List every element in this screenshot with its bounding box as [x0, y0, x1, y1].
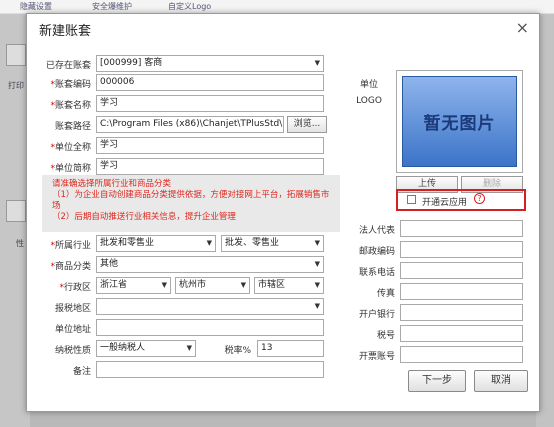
company-full-name-label: *单位全称 — [50, 143, 91, 153]
district-select[interactable]: 市辖区 — [254, 277, 324, 294]
cloud-app-label: 开通云应用 — [422, 198, 468, 208]
account-name-input[interactable]: 学习 — [96, 95, 324, 112]
account-code-input[interactable]: 000006 — [96, 74, 324, 91]
address-input[interactable] — [96, 319, 324, 336]
company-short-name-input[interactable]: 学习 — [96, 158, 324, 175]
tab-custom-logo[interactable]: 自定义Logo — [168, 1, 211, 12]
tab-hidden-settings[interactable]: 隐藏设置 — [20, 1, 52, 12]
tax-rate-input[interactable]: 13 — [257, 340, 324, 357]
taxpayer-type-select[interactable]: 一般纳税人 — [96, 340, 196, 357]
fax-input[interactable] — [400, 283, 523, 300]
company-short-name-label: *单位简称 — [50, 164, 91, 174]
tab-security-maintenance[interactable]: 安全爆维护 — [92, 1, 132, 12]
browse-button[interactable]: 浏览... — [287, 116, 327, 133]
logo-label: 单位 — [359, 80, 378, 90]
close-icon[interactable]: × — [516, 18, 529, 37]
new-account-dialog: 新建账套 × 已存在账套 [000999] 客商 *账套编码 000006 *账… — [26, 13, 540, 412]
remark-label: 备注 — [72, 367, 91, 377]
address-label: 单位地址 — [54, 325, 91, 335]
bank-account-input[interactable] — [400, 346, 523, 363]
account-name-label: *账套名称 — [50, 101, 91, 111]
industry-notice: 请准确选择所属行业和商品分类 （1）为企业自动创建商品分类提供依据，方便对接网上… — [42, 175, 340, 232]
remark-input[interactable] — [96, 361, 324, 378]
tax-region-select[interactable] — [96, 298, 324, 315]
bank-label: 开户银行 — [358, 310, 395, 320]
bank-account-label: 开票账号 — [358, 352, 395, 362]
background-toolbar: 隐藏设置 安全爆维护 自定义Logo — [0, 0, 554, 14]
print-label: 打印 — [8, 81, 24, 90]
taxpayer-type-label: 纳税性质 — [54, 346, 91, 356]
help-icon[interactable]: ? — [474, 193, 485, 204]
province-select[interactable]: 浙江省 — [96, 277, 171, 294]
dialog-title: 新建账套 — [39, 24, 92, 39]
industry-subcategory-select[interactable]: 批发、零售业 — [221, 235, 324, 252]
notice-line: （1）为企业自动创建商品分类提供依据，方便对接网上平台，拓展销售市场 — [52, 190, 330, 211]
cloud-app-checkbox[interactable] — [407, 195, 416, 204]
industry-label: *所属行业 — [50, 241, 91, 251]
phone-input[interactable] — [400, 262, 523, 279]
tax-number-label: 税号 — [376, 331, 395, 341]
tax-number-input[interactable] — [400, 325, 523, 342]
property-label: 性 — [16, 239, 24, 248]
existing-account-label: 已存在账套 — [45, 61, 91, 71]
property-icon — [6, 200, 26, 222]
postcode-input[interactable] — [400, 241, 523, 258]
company-full-name-input[interactable]: 学习 — [96, 137, 324, 154]
legal-rep-input[interactable] — [400, 220, 523, 237]
legal-rep-label: 法人代表 — [358, 226, 395, 236]
account-code-label: *账套编码 — [50, 80, 91, 90]
notice-line: （2）后期自动推送行业相关信息，提升企业管理 — [52, 212, 236, 222]
region-label: *行政区 — [59, 283, 91, 293]
logo-label: LOGO — [356, 96, 382, 106]
logo-preview: 暂无图片 — [396, 70, 523, 173]
print-icon — [6, 44, 26, 66]
account-path-input[interactable]: C:\Program Files (x86)\Chanjet\TPlusStd\… — [96, 116, 284, 133]
tax-rate-label: 税率% — [224, 346, 251, 356]
city-select[interactable]: 杭州市 — [175, 277, 250, 294]
bank-input[interactable] — [400, 304, 523, 321]
existing-account-select[interactable]: [000999] 客商 — [96, 55, 324, 72]
notice-line: 请准确选择所属行业和商品分类 — [52, 179, 172, 189]
goods-category-select[interactable]: 其他 — [96, 256, 324, 273]
postcode-label: 邮政编码 — [358, 247, 395, 257]
tax-region-label: 报税地区 — [54, 304, 91, 314]
next-button[interactable]: 下一步 — [408, 370, 466, 392]
goods-category-label: *商品分类 — [50, 262, 91, 272]
logo-placeholder-image: 暂无图片 — [402, 76, 517, 167]
cancel-button[interactable]: 取消 — [474, 370, 528, 392]
fax-label: 传真 — [376, 289, 395, 299]
account-path-label: 账套路径 — [54, 122, 91, 132]
phone-label: 联系电话 — [358, 268, 395, 278]
industry-select[interactable]: 批发和零售业 — [96, 235, 216, 252]
